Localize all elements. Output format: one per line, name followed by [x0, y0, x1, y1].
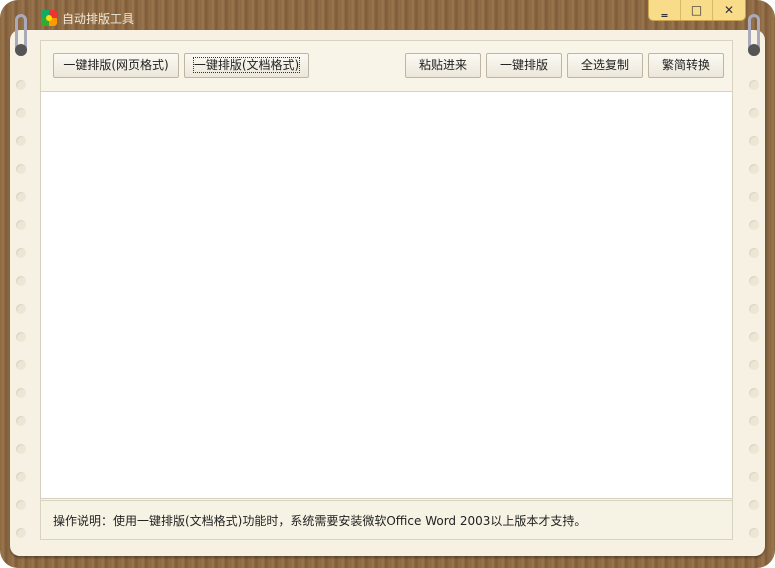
binder-hole-icon: [16, 304, 26, 314]
binder-hole-icon: [16, 80, 26, 90]
paste-button[interactable]: 粘贴进来: [405, 53, 481, 78]
binder-hole-icon: [16, 444, 26, 454]
binder-hole-icon: [16, 108, 26, 118]
format-doc-button[interactable]: 一键排版(文档格式): [184, 53, 309, 78]
app-window: 自动排版工具 ‗ □ ✕ 一键排版(网页格式) 一键排版(文档格式) 粘贴进来 …: [0, 0, 775, 568]
binder-hole-icon: [749, 332, 759, 342]
binder-hole-icon: [749, 164, 759, 174]
format-web-button[interactable]: 一键排版(网页格式): [53, 53, 179, 78]
binder-hole-icon: [16, 220, 26, 230]
status-instructions: 操作说明：使用一键排版(文档格式)功能时，系统需要安装微软Office Word…: [40, 500, 733, 540]
binder-hole-icon: [749, 500, 759, 510]
binder-ring-left-icon: [15, 14, 27, 56]
window-controls: ‗ □ ✕: [648, 0, 746, 21]
binder-hole-icon: [749, 276, 759, 286]
binder-hole-icon: [749, 388, 759, 398]
binder-hole-icon: [16, 276, 26, 286]
convert-button[interactable]: 繁简转换: [648, 53, 724, 78]
window-title: 自动排版工具: [62, 12, 135, 26]
binder-hole-icon: [749, 136, 759, 146]
binder-hole-icon: [16, 472, 26, 482]
binder-ring-right-icon: [748, 14, 760, 56]
binder-hole-icon: [749, 192, 759, 202]
binder-hole-icon: [16, 528, 26, 538]
binder-hole-icon: [749, 472, 759, 482]
binder-hole-icon: [16, 136, 26, 146]
binder-hole-icon: [749, 220, 759, 230]
close-button[interactable]: ✕: [713, 0, 745, 20]
binder-hole-icon: [749, 248, 759, 258]
binder-hole-icon: [16, 192, 26, 202]
binder-hole-icon: [16, 360, 26, 370]
format-button[interactable]: 一键排版: [486, 53, 562, 78]
binder-hole-icon: [749, 416, 759, 426]
binder-hole-icon: [16, 248, 26, 258]
app-logo-icon: [41, 10, 57, 26]
binder-hole-icon: [749, 360, 759, 370]
copy-all-button[interactable]: 全选复制: [567, 53, 643, 78]
binder-hole-icon: [749, 80, 759, 90]
binder-hole-icon: [16, 388, 26, 398]
binder-hole-icon: [749, 304, 759, 314]
binder-hole-icon: [749, 444, 759, 454]
binder-hole-icon: [16, 332, 26, 342]
minimize-button[interactable]: ‗: [649, 0, 681, 20]
format-web-label: 一键排版(网页格式): [63, 58, 169, 72]
content-editor[interactable]: [40, 91, 733, 499]
binder-hole-icon: [749, 528, 759, 538]
format-doc-label: 一键排版(文档格式): [192, 57, 301, 73]
binder-hole-icon: [16, 164, 26, 174]
maximize-button[interactable]: □: [681, 0, 713, 20]
binder-hole-icon: [16, 416, 26, 426]
binder-hole-icon: [749, 108, 759, 118]
binder-hole-icon: [16, 500, 26, 510]
